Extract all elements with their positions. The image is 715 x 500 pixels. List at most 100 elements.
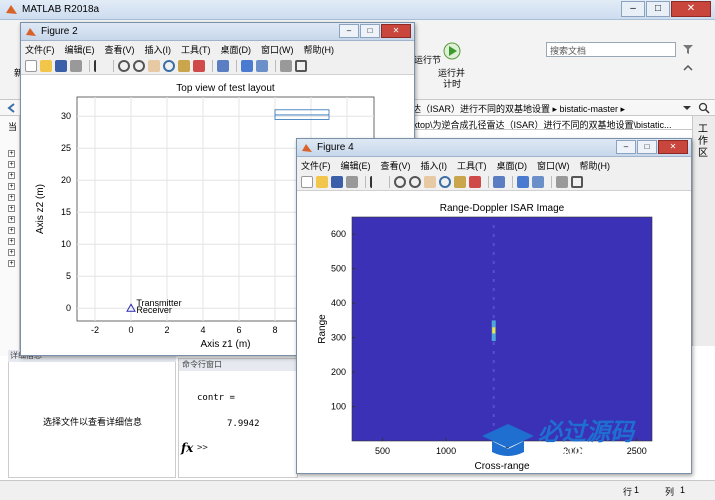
zoom-out-icon[interactable] [409, 175, 421, 188]
fig4-streak-dot [492, 243, 495, 246]
figure2-menu-item[interactable]: 帮助(H) [304, 43, 335, 56]
print-icon[interactable] [346, 175, 358, 188]
fx-icon[interactable]: fx [181, 441, 193, 455]
figure2-menu-item[interactable]: 工具(T) [181, 43, 211, 56]
close-button[interactable]: ✕ [671, 1, 711, 17]
brush-icon[interactable] [469, 175, 481, 188]
search-icon[interactable] [698, 102, 710, 114]
run-section-label[interactable]: 运行节 [414, 53, 441, 66]
command-window[interactable]: 命令行窗口 contr = 7.9942 fx >> [178, 358, 298, 478]
fig2-y-tick-label: 20 [61, 175, 71, 185]
figure4-toolbar [297, 173, 691, 191]
hide-tools-icon[interactable] [556, 175, 568, 188]
fig4-streak-dot [492, 270, 495, 273]
tree-expand-icon[interactable]: + [8, 183, 15, 190]
fig4-streak-dot [492, 279, 495, 282]
figure4-title-bar[interactable]: Figure 4 – □ ✕ [297, 139, 691, 157]
figure2-title-bar[interactable]: Figure 2 – □ ✕ [21, 23, 414, 41]
pan-hand-icon[interactable] [148, 59, 160, 72]
details-message: 选择文件以查看详细信息 [43, 417, 143, 427]
doc-search-input[interactable]: 搜索文档 [546, 42, 676, 57]
figure4-title: Figure 4 [317, 142, 354, 153]
figure2-menu-item[interactable]: 桌面(D) [221, 43, 252, 56]
open-file-icon[interactable] [316, 175, 328, 188]
figure2-menu-item[interactable]: 窗口(W) [261, 43, 294, 56]
link-plot-icon[interactable] [493, 175, 505, 188]
fig2-x-tick-label: -2 [91, 325, 99, 335]
maximize-button[interactable]: □ [646, 1, 670, 17]
figure4-menu-item[interactable]: 帮助(H) [580, 159, 611, 172]
figure2-menu-item[interactable]: 查看(V) [105, 43, 135, 56]
fig2-y-tick-label: 15 [61, 207, 71, 217]
brush-icon[interactable] [193, 59, 205, 72]
tree-expand-icon[interactable]: + [8, 238, 15, 245]
pointer-icon[interactable] [94, 59, 106, 72]
current-folder-path[interactable]: ktop\为逆合成孔径雷达（ISAR）进行不同的双基地设置\bistatic..… [410, 116, 715, 130]
fig4-streak-dot [492, 342, 495, 345]
save-icon[interactable] [55, 59, 67, 72]
tree-expand-icon[interactable]: + [8, 260, 15, 267]
legend-icon[interactable] [532, 175, 544, 188]
pan-hand-icon[interactable] [424, 175, 436, 188]
figure4-menu-item[interactable]: 窗口(W) [537, 159, 570, 172]
figure4-menu-item[interactable]: 文件(F) [301, 159, 331, 172]
figure4-close-button[interactable]: ✕ [658, 140, 688, 154]
row-label: 行 [623, 487, 633, 497]
figure4-menu-item[interactable]: 工具(T) [457, 159, 487, 172]
figure2-minimize-button[interactable]: – [339, 24, 359, 38]
breadcrumb[interactable]: 达（ISAR）进行不同的双基地设置 ▸ bistatic-master ▸ [412, 102, 625, 115]
data-cursor-icon[interactable] [178, 59, 190, 72]
workspace-tab[interactable]: 工作区 [692, 116, 715, 346]
figure2-menu-item[interactable]: 文件(F) [25, 43, 55, 56]
tree-expand-icon[interactable]: + [8, 227, 15, 234]
data-cursor-icon[interactable] [454, 175, 466, 188]
pointer-icon[interactable] [370, 175, 382, 188]
hide-tools-icon[interactable] [280, 59, 292, 72]
figure2-close-button[interactable]: ✕ [381, 24, 411, 38]
tree-expand-icon[interactable]: + [8, 194, 15, 201]
back-arrow-icon[interactable] [6, 103, 16, 113]
figure4-menu-item[interactable]: 编辑(E) [341, 159, 371, 172]
figure2-maximize-button[interactable]: □ [360, 24, 380, 38]
colorbar-icon[interactable] [517, 175, 529, 188]
zoom-in-icon[interactable] [118, 59, 130, 72]
legend-icon[interactable] [256, 59, 268, 72]
command-prompt[interactable]: >> [197, 443, 208, 453]
fig4-streak-dot [492, 396, 495, 399]
tree-expand-icon[interactable]: + [8, 205, 15, 212]
run-and-time-label-2[interactable]: 计时 [443, 77, 461, 90]
link-plot-icon[interactable] [217, 59, 229, 72]
chevron-up-icon[interactable] [682, 62, 694, 72]
rotate-icon[interactable] [439, 175, 451, 188]
figure4-menu-item[interactable]: 桌面(D) [497, 159, 528, 172]
rotate-icon[interactable] [163, 59, 175, 72]
tree-expand-icon[interactable]: + [8, 172, 15, 179]
run-and-time-icon[interactable] [443, 42, 461, 60]
figure-icon [302, 144, 312, 152]
tree-expand-icon[interactable]: + [8, 150, 15, 157]
zoom-in-icon[interactable] [394, 175, 406, 188]
minimize-button[interactable]: – [621, 1, 645, 17]
new-figure-icon[interactable] [301, 175, 313, 188]
show-tools-icon[interactable] [295, 59, 307, 72]
colorbar-icon[interactable] [241, 59, 253, 72]
dropdown-arrow-icon[interactable] [682, 103, 692, 113]
new-figure-icon[interactable] [25, 59, 37, 72]
show-tools-icon[interactable] [571, 175, 583, 188]
figure4-menu-item[interactable]: 查看(V) [381, 159, 411, 172]
tree-expand-icon[interactable]: + [8, 161, 15, 168]
figure2-menu-item[interactable]: 编辑(E) [65, 43, 95, 56]
figure4-menu-item[interactable]: 插入(I) [421, 159, 448, 172]
open-file-icon[interactable] [40, 59, 52, 72]
tree-expand-icon[interactable]: + [8, 249, 15, 256]
figure4-minimize-button[interactable]: – [616, 140, 636, 154]
figure4-maximize-button[interactable]: □ [637, 140, 657, 154]
save-icon[interactable] [331, 175, 343, 188]
fig4-y-tick-label: 300 [331, 333, 346, 343]
figure2-menu-item[interactable]: 插入(I) [145, 43, 172, 56]
print-icon[interactable] [70, 59, 82, 72]
filter-icon[interactable] [682, 43, 694, 55]
fig4-y-tick-label: 600 [331, 229, 346, 239]
tree-expand-icon[interactable]: + [8, 216, 15, 223]
zoom-out-icon[interactable] [133, 59, 145, 72]
